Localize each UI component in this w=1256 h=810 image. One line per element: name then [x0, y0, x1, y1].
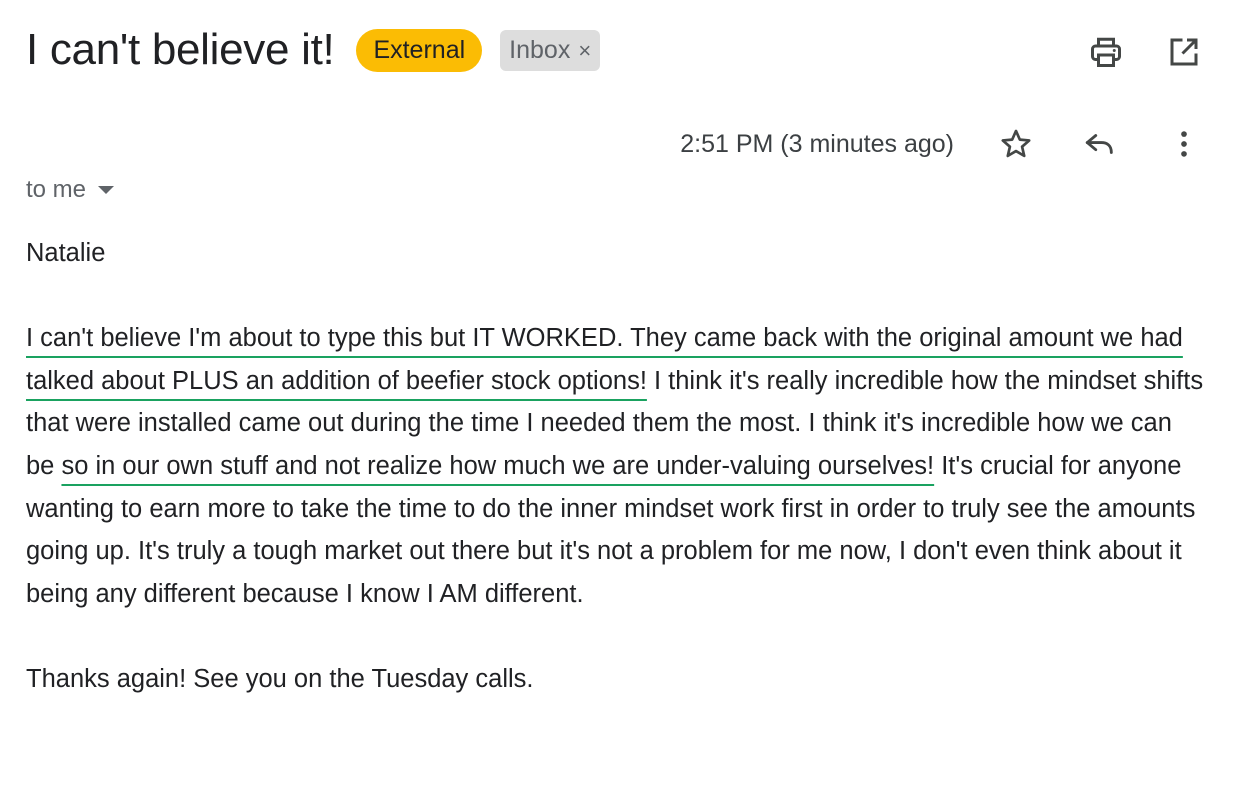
recipient-details-toggle[interactable]: to me [26, 176, 115, 204]
open-in-new-window-button[interactable] [1162, 30, 1206, 74]
reply-icon [1085, 134, 1113, 154]
print-button[interactable] [1084, 30, 1128, 74]
greeting: Natalie [26, 239, 106, 267]
inbox-label-chip[interactable]: Inbox × [500, 29, 601, 71]
print-icon [1091, 37, 1121, 67]
more-options-button[interactable] [1162, 122, 1206, 166]
message-meta: 2:51 PM (3 minutes ago) [680, 122, 1206, 166]
highlighted-text: so in our own stuff and not realize how … [61, 451, 935, 480]
chevron-down-icon [98, 186, 115, 194]
message-body: Natalie I can't believe I'm about to typ… [26, 232, 1206, 701]
open-in-new-icon [1170, 38, 1198, 66]
message-timestamp: 2:51 PM (3 minutes ago) [680, 129, 954, 158]
closing-line: Thanks again! See you on the Tuesday cal… [26, 664, 534, 693]
star-icon [1001, 129, 1031, 158]
email-subject: I can't believe it! [26, 25, 335, 74]
external-badge: External [356, 28, 483, 72]
subject-row: I can't believe it! External Inbox × [26, 22, 601, 78]
remove-label-icon[interactable]: × [578, 38, 591, 63]
recipient-text: to me [26, 176, 87, 203]
inbox-label-text: Inbox [509, 35, 571, 64]
star-button[interactable] [994, 122, 1038, 166]
reply-button[interactable] [1078, 122, 1122, 166]
body-paragraph: I can't believe I'm about to type this b… [26, 317, 1206, 615]
more-vert-icon [1181, 131, 1187, 157]
thread-actions [1084, 30, 1206, 74]
